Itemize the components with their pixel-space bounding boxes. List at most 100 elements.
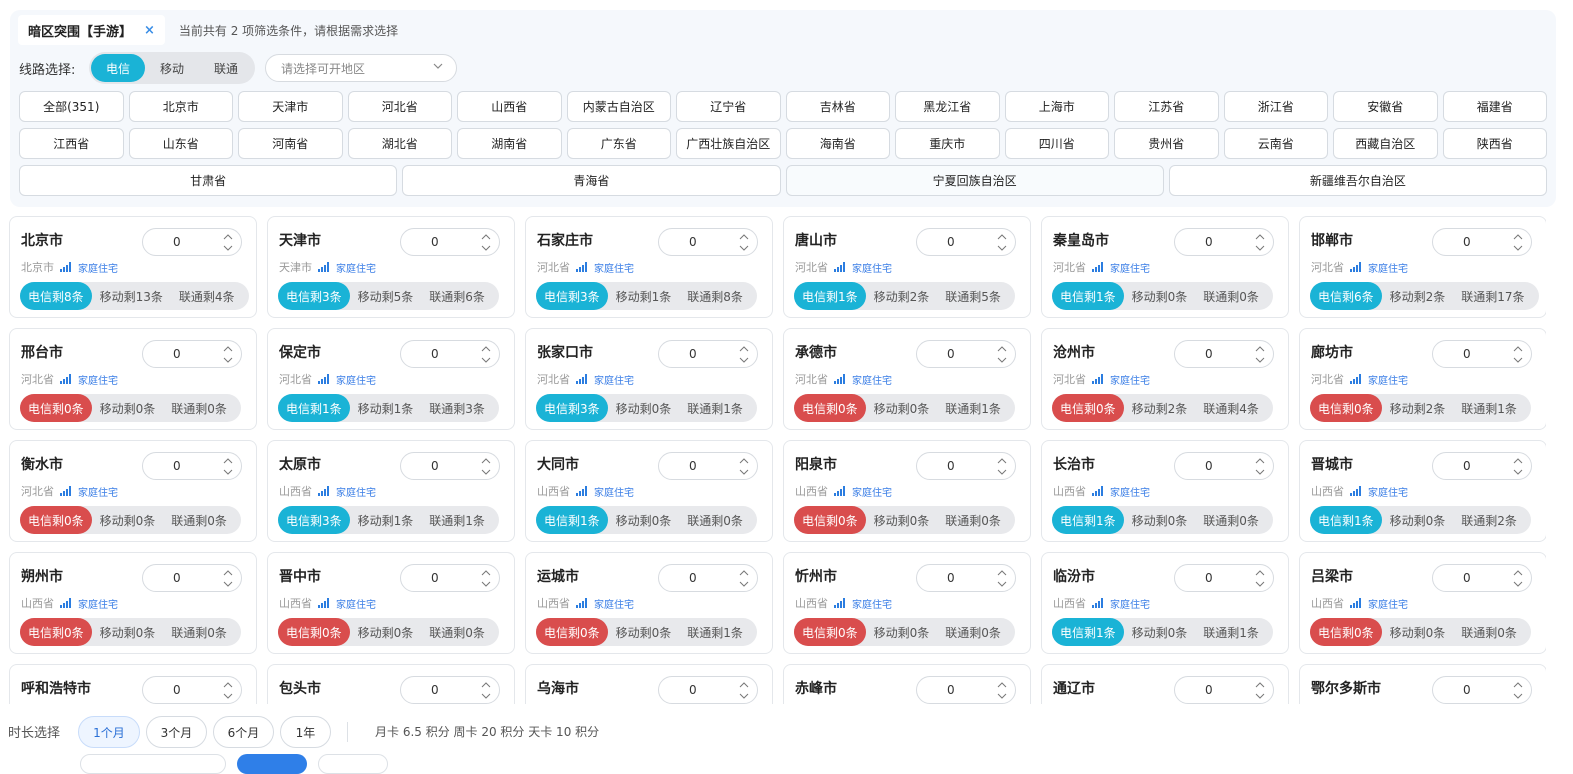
province-button[interactable]: 广东省 bbox=[566, 128, 671, 159]
chevron-down-icon[interactable] bbox=[997, 244, 1007, 252]
quantity-stepper[interactable]: 0 bbox=[916, 228, 1016, 256]
chevron-up-icon[interactable] bbox=[223, 569, 233, 577]
province-button[interactable]: 宁夏回族自治区 bbox=[785, 165, 1164, 196]
chevron-up-icon[interactable] bbox=[997, 233, 1007, 241]
province-button[interactable]: 上海市 bbox=[1004, 91, 1109, 122]
chevron-up-icon[interactable] bbox=[1513, 457, 1523, 465]
chevron-down-icon[interactable] bbox=[481, 244, 491, 252]
mobile-remaining[interactable]: 移动剩2条 bbox=[866, 282, 938, 310]
unicom-remaining[interactable]: 联通剩5条 bbox=[937, 282, 1009, 310]
chevron-up-icon[interactable] bbox=[223, 233, 233, 241]
chevron-up-icon[interactable] bbox=[223, 681, 233, 689]
chevron-up-icon[interactable] bbox=[481, 569, 491, 577]
chevron-up-icon[interactable] bbox=[739, 457, 749, 465]
chevron-down-icon[interactable] bbox=[739, 244, 749, 252]
chevron-up-icon[interactable] bbox=[1255, 681, 1265, 689]
province-button[interactable]: 贵州省 bbox=[1114, 128, 1219, 159]
chevron-down-icon[interactable] bbox=[997, 468, 1007, 476]
province-button[interactable]: 北京市 bbox=[128, 91, 233, 122]
province-button[interactable]: 内蒙古自治区 bbox=[566, 91, 671, 122]
telecom-remaining[interactable]: 电信剩3条 bbox=[278, 506, 350, 534]
province-button[interactable]: 陕西省 bbox=[1442, 128, 1547, 159]
telecom-remaining[interactable]: 电信剩1条 bbox=[1310, 506, 1382, 534]
chevron-down-icon[interactable] bbox=[481, 356, 491, 364]
chevron-down-icon[interactable] bbox=[1255, 468, 1265, 476]
chevron-up-icon[interactable] bbox=[1255, 569, 1265, 577]
unicom-remaining[interactable]: 联通剩4条 bbox=[1195, 394, 1267, 422]
game-filter-tag[interactable]: 暗区突围【手游】 × bbox=[18, 15, 165, 45]
telecom-remaining[interactable]: 电信剩1条 bbox=[1052, 618, 1124, 646]
unicom-remaining[interactable]: 联通剩0条 bbox=[937, 618, 1009, 646]
province-button[interactable]: 全部(351) bbox=[19, 91, 124, 122]
mobile-remaining[interactable]: 移动剩1条 bbox=[608, 282, 680, 310]
chevron-down-icon[interactable] bbox=[223, 356, 233, 364]
chevron-down-icon[interactable] bbox=[223, 692, 233, 700]
mobile-remaining[interactable]: 移动剩2条 bbox=[1124, 394, 1196, 422]
chevron-down-icon[interactable] bbox=[223, 580, 233, 588]
chevron-down-icon[interactable] bbox=[1513, 580, 1523, 588]
close-icon[interactable]: × bbox=[144, 23, 155, 38]
province-button[interactable]: 河北省 bbox=[347, 91, 452, 122]
quantity-stepper[interactable]: 0 bbox=[142, 564, 242, 592]
telecom-remaining[interactable]: 电信剩6条 bbox=[1310, 282, 1382, 310]
quantity-stepper[interactable]: 0 bbox=[1174, 228, 1274, 256]
chevron-up-icon[interactable] bbox=[739, 233, 749, 241]
unicom-remaining[interactable]: 联通剩0条 bbox=[163, 394, 235, 422]
chevron-up-icon[interactable] bbox=[997, 457, 1007, 465]
chevron-down-icon[interactable] bbox=[1513, 356, 1523, 364]
duration-option-1-month[interactable]: 1个月 bbox=[78, 716, 140, 748]
chevron-up-icon[interactable] bbox=[997, 569, 1007, 577]
chevron-up-icon[interactable] bbox=[1255, 345, 1265, 353]
province-button[interactable]: 河南省 bbox=[238, 128, 343, 159]
quantity-stepper[interactable]: 0 bbox=[1174, 340, 1274, 368]
unicom-remaining[interactable]: 联通剩2条 bbox=[1453, 506, 1525, 534]
quantity-stepper[interactable]: 0 bbox=[142, 228, 242, 256]
mobile-remaining[interactable]: 移动剩0条 bbox=[866, 506, 938, 534]
option-chip[interactable] bbox=[80, 754, 226, 774]
chevron-up-icon[interactable] bbox=[739, 681, 749, 689]
mobile-remaining[interactable]: 移动剩0条 bbox=[350, 618, 422, 646]
telecom-remaining[interactable]: 电信剩1条 bbox=[1052, 506, 1124, 534]
unicom-remaining[interactable]: 联通剩1条 bbox=[421, 506, 493, 534]
province-button[interactable]: 西藏自治区 bbox=[1333, 128, 1438, 159]
mobile-remaining[interactable]: 移动剩0条 bbox=[1124, 282, 1196, 310]
duration-option-1-year[interactable]: 1年 bbox=[280, 716, 331, 748]
chevron-down-icon[interactable] bbox=[997, 580, 1007, 588]
mobile-remaining[interactable]: 移动剩1条 bbox=[350, 506, 422, 534]
chevron-down-icon[interactable] bbox=[997, 356, 1007, 364]
chevron-down-icon[interactable] bbox=[223, 468, 233, 476]
province-button[interactable]: 吉林省 bbox=[785, 91, 890, 122]
duration-option-3-months[interactable]: 3个月 bbox=[146, 716, 207, 748]
telecom-remaining[interactable]: 电信剩8条 bbox=[20, 282, 92, 310]
chevron-up-icon[interactable] bbox=[481, 233, 491, 241]
chevron-up-icon[interactable] bbox=[1255, 233, 1265, 241]
quantity-stepper[interactable]: 0 bbox=[1174, 676, 1274, 704]
unicom-remaining[interactable]: 联通剩3条 bbox=[421, 394, 493, 422]
chevron-up-icon[interactable] bbox=[223, 345, 233, 353]
mobile-remaining[interactable]: 移动剩0条 bbox=[608, 394, 680, 422]
province-button[interactable]: 天津市 bbox=[238, 91, 343, 122]
quantity-stepper[interactable]: 0 bbox=[1432, 676, 1532, 704]
mobile-remaining[interactable]: 移动剩0条 bbox=[608, 506, 680, 534]
unicom-remaining[interactable]: 联通剩0条 bbox=[679, 506, 751, 534]
province-button[interactable]: 浙江省 bbox=[1223, 91, 1328, 122]
chevron-down-icon[interactable] bbox=[739, 580, 749, 588]
mobile-remaining[interactable]: 移动剩0条 bbox=[92, 394, 164, 422]
chevron-up-icon[interactable] bbox=[481, 345, 491, 353]
telecom-remaining[interactable]: 电信剩1条 bbox=[278, 394, 350, 422]
province-button[interactable]: 山东省 bbox=[128, 128, 233, 159]
chevron-up-icon[interactable] bbox=[1255, 457, 1265, 465]
chevron-down-icon[interactable] bbox=[1255, 580, 1265, 588]
province-button[interactable]: 广西壮族自治区 bbox=[676, 128, 781, 159]
quantity-stepper[interactable]: 0 bbox=[142, 676, 242, 704]
quantity-stepper[interactable]: 0 bbox=[658, 452, 758, 480]
unicom-remaining[interactable]: 联通剩6条 bbox=[421, 282, 493, 310]
province-button[interactable]: 江西省 bbox=[19, 128, 124, 159]
province-button[interactable]: 青海省 bbox=[402, 165, 781, 196]
telecom-remaining[interactable]: 电信剩3条 bbox=[536, 282, 608, 310]
quantity-stepper[interactable]: 0 bbox=[1174, 564, 1274, 592]
chevron-up-icon[interactable] bbox=[997, 681, 1007, 689]
mobile-remaining[interactable]: 移动剩0条 bbox=[1382, 506, 1454, 534]
province-button[interactable]: 黑龙江省 bbox=[895, 91, 1000, 122]
mobile-remaining[interactable]: 移动剩0条 bbox=[1382, 618, 1454, 646]
